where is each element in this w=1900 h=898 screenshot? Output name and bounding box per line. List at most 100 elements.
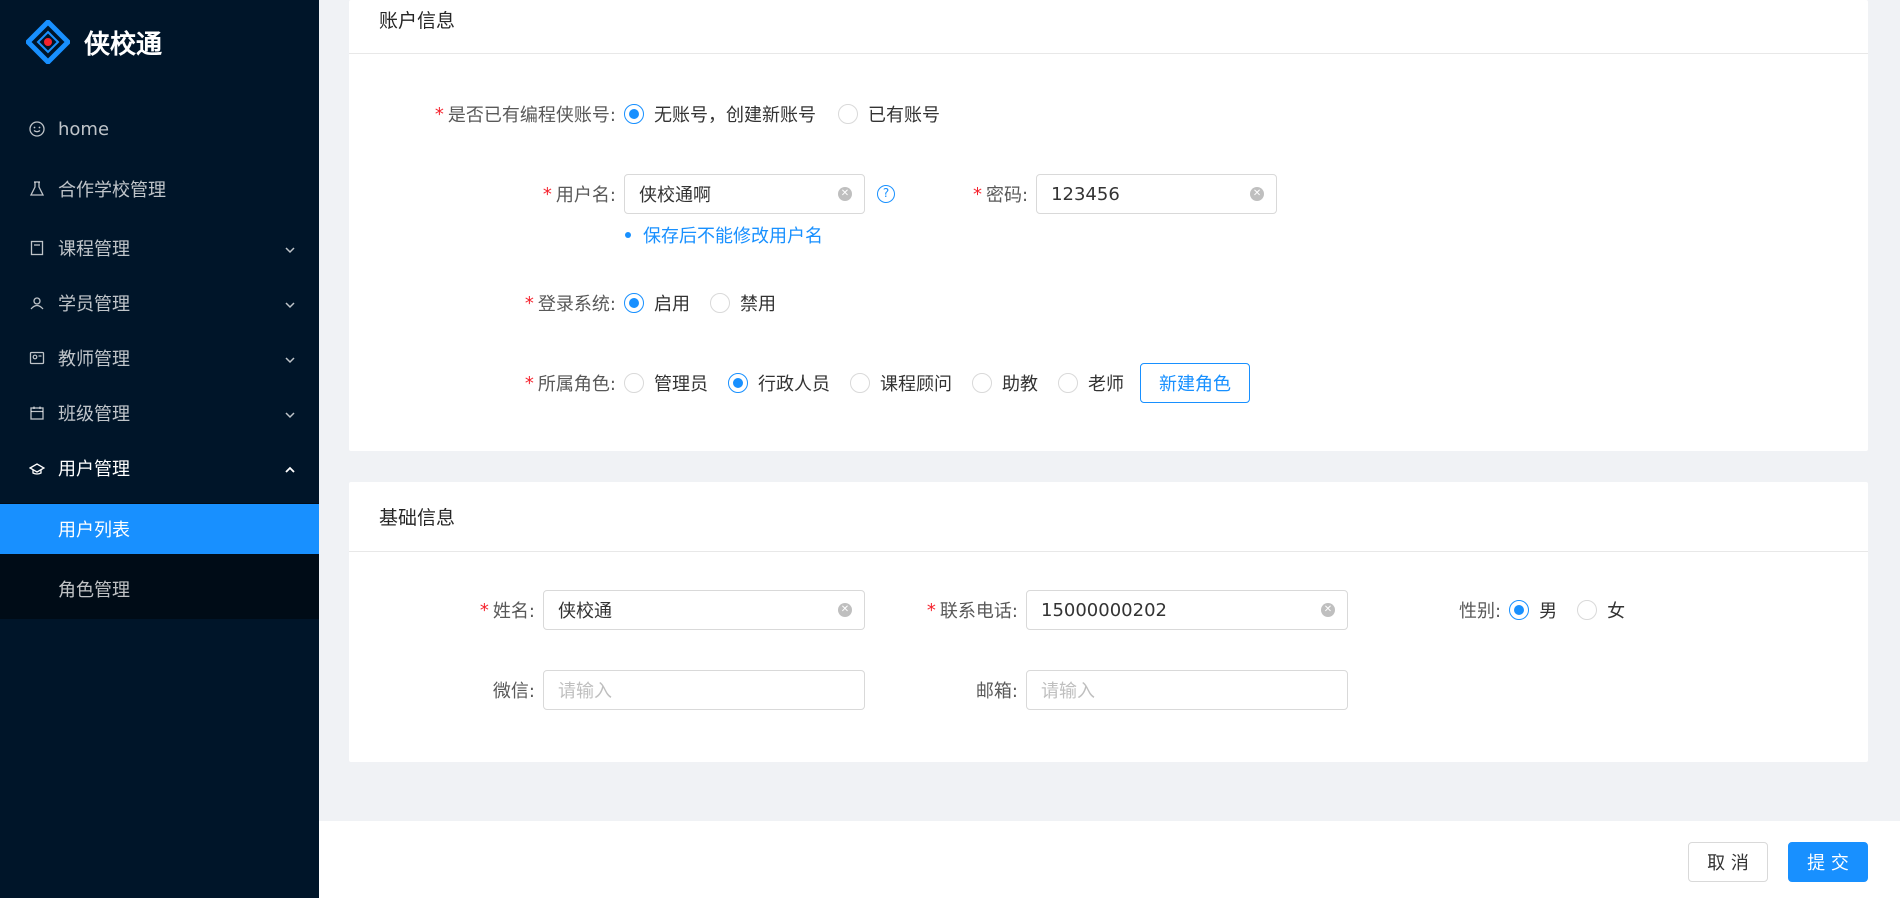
radio-role-consultant[interactable]: 课程顾问 [850,370,952,396]
book-icon [28,239,46,257]
logo-icon [24,18,72,66]
sidebar-item-label: 学员管理 [58,294,130,315]
radio-role-teacher[interactable]: 老师 [1058,370,1124,396]
username-value: 侠校通啊 [639,185,711,206]
clear-icon[interactable]: ✕ [838,187,852,201]
sidebar-item-label: 班级管理 [58,404,130,425]
login-label: 登录系统: [537,294,616,315]
sidebar-subitem-role-management[interactable]: 角色管理 [0,564,319,614]
password-input[interactable]: 123456 ✕ [1036,174,1278,214]
new-role-button[interactable]: 新建角色 [1140,363,1250,403]
radio-label: 管理员 [654,374,708,395]
phone-row: * 联系电话: 15000000202 ✕ [925,590,1348,630]
phone-input[interactable]: 15000000202 ✕ [1026,590,1348,630]
users-icon [28,459,46,477]
sidebar-item-label: 课程管理 [58,239,130,260]
email-placeholder: 请输入 [1041,681,1095,702]
radio-label: 已有账号 [868,105,940,126]
sidebar: 侠校通 home 合作学校管理 课程管理 学员管理 教师管理 班级管理 用户管理… [0,0,319,898]
clear-icon[interactable]: ✕ [1321,603,1335,617]
username-hint: 保存后不能修改用户名 [625,222,823,248]
email-input[interactable]: 请输入 [1026,670,1348,710]
sidebar-subitem-user-list[interactable]: 用户列表 [0,504,319,554]
radio-dot [1577,600,1598,620]
radio-dot [624,104,644,124]
wechat-input[interactable]: 请输入 [543,670,865,710]
required-mark: * [542,183,552,205]
cancel-button[interactable]: 取 消 [1688,842,1768,882]
name-input[interactable]: 侠校通 ✕ [543,590,865,630]
radio-gender-female[interactable]: 女 [1577,597,1625,623]
clear-icon[interactable]: ✕ [1250,187,1265,201]
basic-card: 基础信息 * 姓名: 侠校通 ✕ * 联系电话: 15000000202 ✕ 性别:… [349,482,1868,762]
card-title: 账户信息 [349,0,1868,54]
chevron-down-icon [283,351,297,365]
username-input[interactable]: 侠校通啊 ✕ [624,174,865,214]
name-label: 姓名: [492,601,535,622]
sidebar-item-courses[interactable]: 课程管理 [0,223,319,273]
role-label: 所属角色: [537,374,616,395]
sidebar-item-users[interactable]: 用户管理 [0,443,319,493]
sidebar-item-label: 合作学校管理 [58,180,166,201]
gender-label: 性别: [1459,601,1502,622]
radio-label: 老师 [1088,374,1124,395]
smile-icon [28,120,46,138]
radio-login-disabled[interactable]: 禁用 [710,290,776,316]
calendar-icon [28,404,46,422]
sidebar-item-label: home [58,118,110,140]
radio-no-account[interactable]: 无账号，创建新账号 [624,101,816,127]
radio-login-enabled[interactable]: 启用 [624,290,690,316]
sidebar-item-label: 教师管理 [58,349,130,370]
required-mark: * [434,103,444,125]
has-account-row: * 是否已有编程侠账号: 无账号，创建新账号 已有账号 [433,100,960,128]
sidebar-item-home[interactable]: home [0,104,319,154]
radio-dot [1058,373,1078,393]
radio-dot [624,373,644,393]
email-row: 邮箱: 请输入 [925,670,1348,710]
clear-icon[interactable]: ✕ [838,603,852,617]
radio-role-assistant[interactable]: 助教 [972,370,1038,396]
phone-value: 15000000202 [1041,599,1167,621]
name-value: 侠校通 [558,601,612,622]
radio-label: 课程顾问 [880,374,952,395]
radio-has-account[interactable]: 已有账号 [838,101,940,127]
radio-dot [850,373,870,393]
sidebar-item-students[interactable]: 学员管理 [0,278,319,328]
password-label: 密码: [986,185,1029,206]
gender-row: 性别: 男 女 [1459,596,1645,624]
password-value: 123456 [1051,183,1120,205]
sidebar-item-schools[interactable]: 合作学校管理 [0,164,319,214]
required-mark: * [524,292,534,314]
wechat-placeholder: 请输入 [558,681,612,702]
radio-role-admin[interactable]: 管理员 [624,370,708,396]
radio-role-administrative[interactable]: 行政人员 [728,370,830,396]
logo[interactable]: 侠校通 [24,18,163,66]
email-label: 邮箱: [975,681,1018,702]
bullet-icon [625,232,631,238]
submit-button[interactable]: 提 交 [1788,842,1868,882]
radio-label: 女 [1607,601,1626,622]
has-account-label: 是否已有编程侠账号: [447,105,616,126]
sidebar-item-classes[interactable]: 班级管理 [0,388,319,438]
radio-label: 禁用 [740,294,776,315]
chevron-up-icon [283,461,297,475]
account-card: 账户信息 * 是否已有编程侠账号: 无账号，创建新账号 已有账号 * 用户名: 侠校… [349,0,1868,451]
radio-dot [728,373,748,393]
username-hint-text: 保存后不能修改用户名 [643,226,823,247]
radio-gender-male[interactable]: 男 [1509,597,1557,623]
role-row: * 所属角色: 管理员 行政人员 课程顾问 助教 老师 新建角色 [519,363,1250,403]
radio-dot [972,373,992,393]
password-row: * 密码: 123456 ✕ [973,174,1278,214]
wechat-row: 微信: 请输入 [478,670,865,710]
required-mark: * [973,183,982,205]
chevron-down-icon [283,241,297,255]
question-icon[interactable]: ? [877,185,895,203]
required-mark: * [926,599,936,621]
app-name: 侠校通 [84,29,163,60]
radio-label: 助教 [1002,374,1038,395]
radio-label: 启用 [654,294,690,315]
required-mark: * [524,372,534,394]
footer-bar: 取 消 提 交 [319,821,1900,898]
sidebar-item-teachers[interactable]: 教师管理 [0,333,319,383]
radio-dot [838,104,858,124]
